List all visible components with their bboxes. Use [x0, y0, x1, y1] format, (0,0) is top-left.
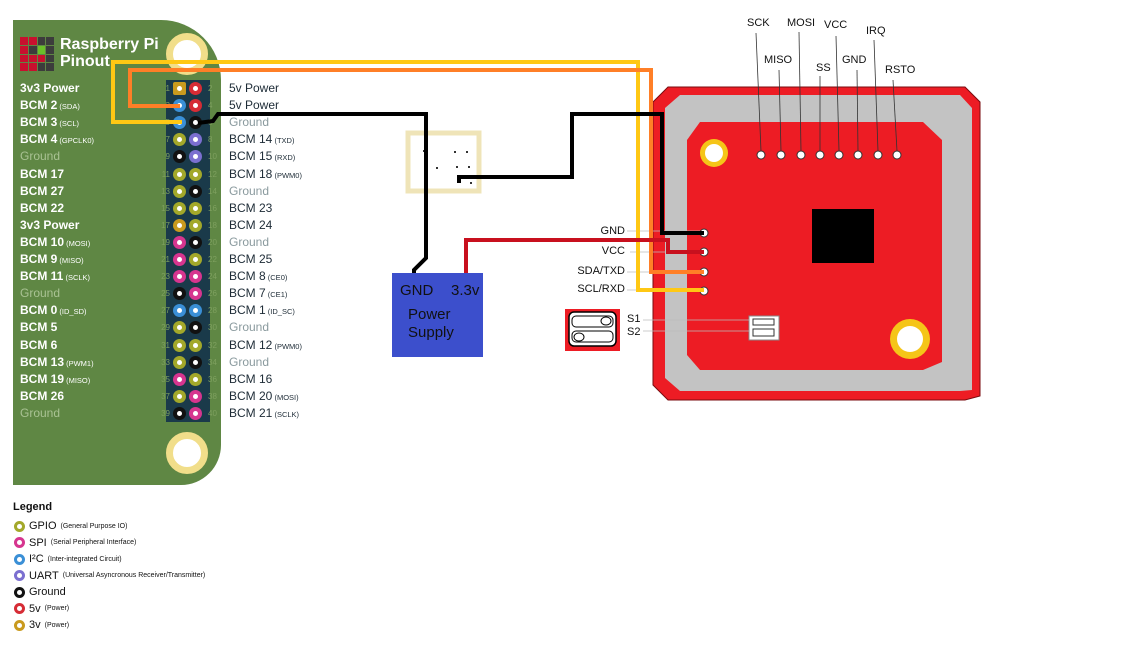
module-pin-label-miso: MISO	[764, 54, 793, 66]
wire-black-pi-gnd	[197, 112, 428, 175]
switch-diagram	[565, 309, 620, 351]
switch-label-s2: S2	[627, 326, 641, 338]
module-side-label-scl-rxd: SCL/RXD	[577, 283, 625, 295]
chip	[812, 209, 874, 263]
module-pin-label-rsto: RSTO	[885, 64, 916, 76]
rfid-module	[627, 31, 981, 401]
module-pin-label-vcc: VCC	[824, 19, 848, 31]
ps-title-line1: Power	[408, 306, 451, 323]
ps-title-line2: Supply	[408, 324, 454, 341]
wiring-diagram	[111, 31, 981, 401]
module-pin-label-sck: SCK	[747, 17, 770, 29]
ps-gnd-label: GND	[400, 282, 434, 299]
module-pin-label-irq: IRQ	[866, 25, 886, 37]
switch-label-s1: S1	[627, 313, 641, 325]
module-pin-label-gnd: GND	[842, 54, 867, 66]
module-side-label-sda-txd: SDA/TXD	[577, 265, 625, 277]
module-side-label-gnd: GND	[600, 225, 625, 237]
power-supply: GND 3.3v Power Supply	[392, 273, 483, 357]
ps-voltage-label: 3.3v	[451, 282, 480, 299]
module-pin-label-ss: SS	[816, 62, 831, 74]
connector-block	[405, 130, 482, 194]
module-side-label-vcc: VCC	[601, 245, 625, 257]
module-pin-label-mosi: MOSI	[787, 17, 816, 29]
